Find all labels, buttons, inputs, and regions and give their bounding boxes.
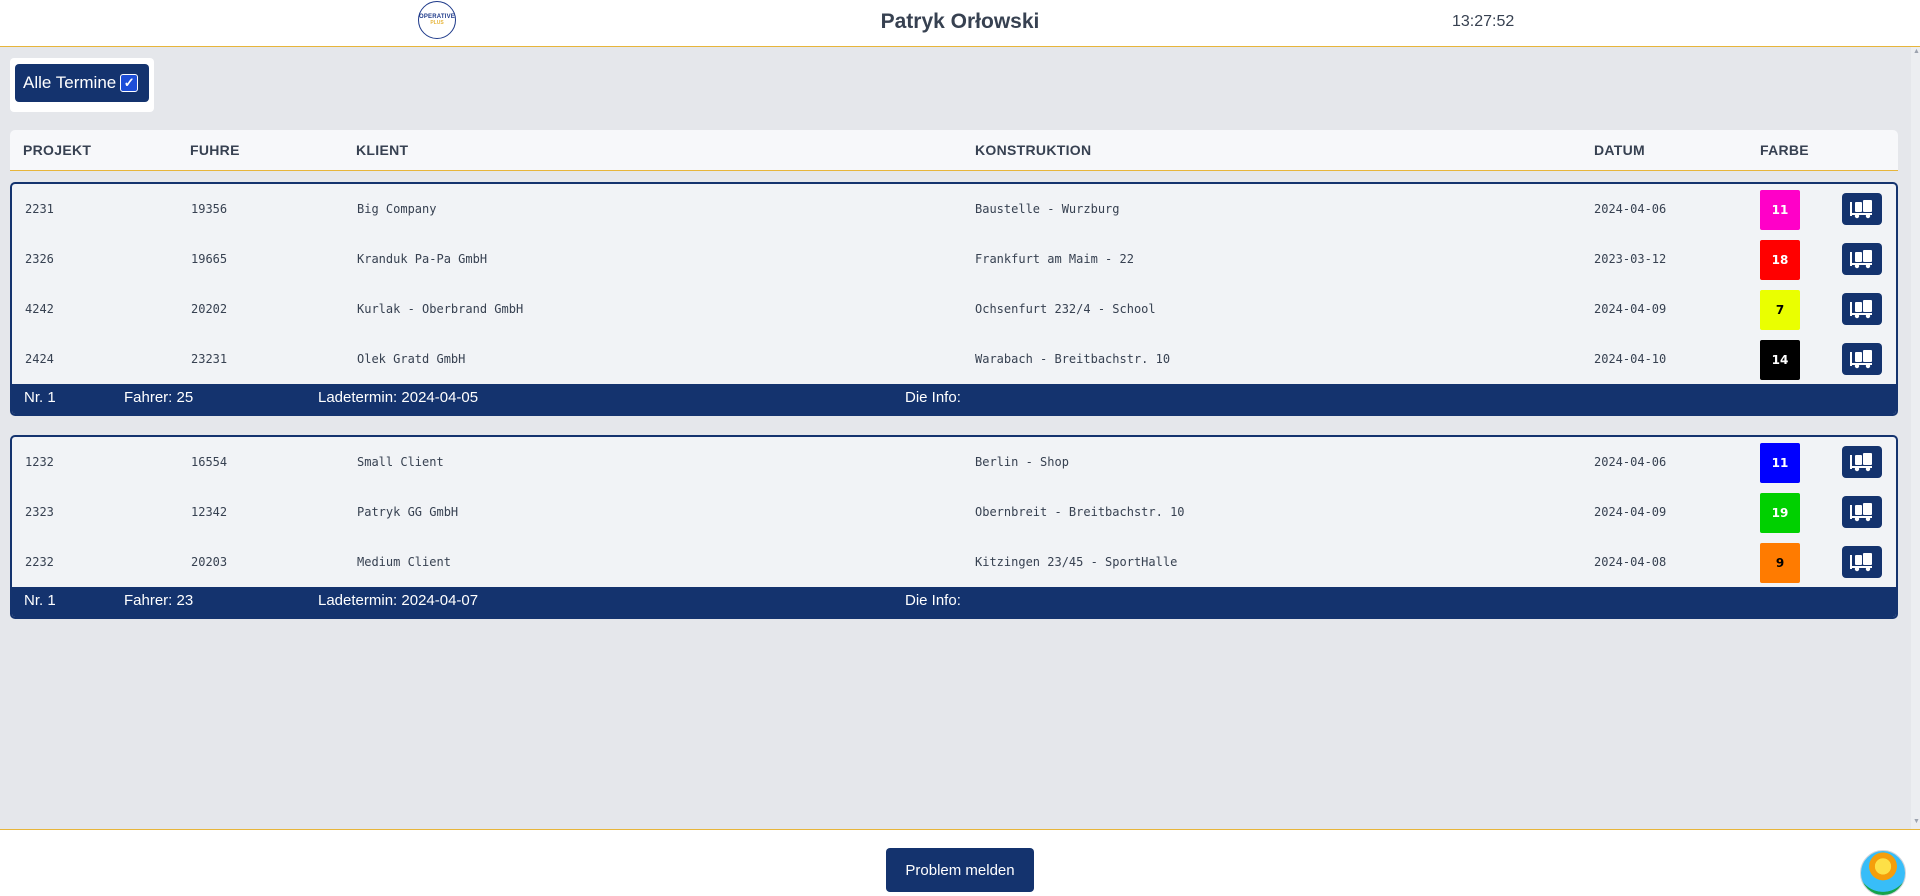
user-name: Patryk Orłowski bbox=[880, 10, 1040, 33]
truck-icon bbox=[1850, 503, 1872, 522]
col-header-konstruktion: KONSTRUKTION bbox=[975, 142, 1092, 158]
tour-footer: Nr. 1 Fahrer: 25 Ladetermin: 2024-04-05 … bbox=[12, 384, 1896, 414]
cell-datum: 2024-04-06 bbox=[1594, 455, 1667, 469]
tour-loading-date: Ladetermin: 2024-04-07 bbox=[318, 592, 479, 609]
cell-konstruktion: Ochsenfurt 232/4 - School bbox=[975, 302, 1156, 316]
cell-datum: 2024-04-09 bbox=[1594, 505, 1667, 519]
table-header: PROJEKT FUHRE KLIENT KONSTRUKTION DATUM … bbox=[10, 130, 1898, 171]
truck-button[interactable] bbox=[1842, 243, 1882, 275]
truck-icon bbox=[1850, 350, 1872, 369]
cell-datum: 2024-04-09 bbox=[1594, 302, 1667, 316]
col-header-projekt: PROJEKT bbox=[23, 142, 92, 158]
cell-konstruktion: Warabach - Breitbachstr. 10 bbox=[975, 352, 1171, 366]
col-header-farbe: FARBE bbox=[1760, 142, 1809, 158]
cell-fuhre: 19356 bbox=[191, 202, 228, 216]
truck-button[interactable] bbox=[1842, 496, 1882, 528]
cell-klient: Kurlak - Oberbrand GmbH bbox=[357, 302, 524, 316]
cell-fuhre: 23231 bbox=[191, 352, 228, 366]
tour-number: Nr. 1 bbox=[24, 592, 56, 609]
cell-klient: Medium Client bbox=[357, 555, 451, 569]
table-row[interactable]: 2231 19356 Big Company Baustelle - Wurzb… bbox=[12, 184, 1896, 234]
cell-klient: Kranduk Pa-Pa GmbH bbox=[357, 252, 488, 266]
col-header-fuhre: FUHRE bbox=[190, 142, 240, 158]
tour-group-1: 2231 19356 Big Company Baustelle - Wurzb… bbox=[10, 182, 1898, 416]
color-badge: 14 bbox=[1760, 340, 1800, 380]
cell-fuhre: 12342 bbox=[191, 505, 228, 519]
table-row[interactable]: 1232 16554 Small Client Berlin - Shop 20… bbox=[12, 437, 1896, 487]
col-header-klient: KLIENT bbox=[356, 142, 409, 158]
cell-projekt: 2326 bbox=[25, 252, 54, 266]
cell-datum: 2024-04-06 bbox=[1594, 202, 1667, 216]
tour-loading-date: Ladetermin: 2024-04-05 bbox=[318, 389, 479, 406]
cell-konstruktion: Berlin - Shop bbox=[975, 455, 1069, 469]
cell-konstruktion: Kitzingen 23/45 - SportHalle bbox=[975, 555, 1178, 569]
tour-driver: Fahrer: 23 bbox=[124, 592, 194, 609]
color-badge: 19 bbox=[1760, 493, 1800, 533]
tour-number: Nr. 1 bbox=[24, 389, 56, 406]
table-row[interactable]: 2232 20203 Medium Client Kitzingen 23/45… bbox=[12, 537, 1896, 587]
cell-projekt: 1232 bbox=[25, 455, 54, 469]
truck-button[interactable] bbox=[1842, 293, 1882, 325]
top-bar: OPERATIVE PLUS Patryk Orłowski 13:27:52 bbox=[0, 0, 1920, 47]
cell-fuhre: 20202 bbox=[191, 302, 228, 316]
tour-footer: Nr. 1 Fahrer: 23 Ladetermin: 2024-04-07 … bbox=[12, 587, 1896, 617]
avatar[interactable] bbox=[1860, 850, 1906, 896]
truck-icon bbox=[1850, 453, 1872, 472]
cell-projekt: 2231 bbox=[25, 202, 54, 216]
tour-group-2: 1232 16554 Small Client Berlin - Shop 20… bbox=[10, 435, 1898, 619]
scrollbar[interactable] bbox=[1911, 47, 1920, 829]
cell-klient: Small Client bbox=[357, 455, 444, 469]
cell-klient: Patryk GG GmbH bbox=[357, 505, 459, 519]
tour-info: Die Info: bbox=[905, 389, 961, 406]
truck-button[interactable] bbox=[1842, 193, 1882, 225]
all-appointments-toggle[interactable]: Alle Termine ✓ bbox=[15, 64, 149, 102]
truck-button[interactable] bbox=[1842, 546, 1882, 578]
cell-klient: Olek Gratd GmbH bbox=[357, 352, 466, 366]
cell-fuhre: 19665 bbox=[191, 252, 228, 266]
tour-info: Die Info: bbox=[905, 592, 961, 609]
table-row[interactable]: 2323 12342 Patryk GG GmbH Obernbreit - B… bbox=[12, 487, 1896, 537]
table-row[interactable]: 2424 23231 Olek Gratd GmbH Warabach - Br… bbox=[12, 334, 1896, 384]
clock: 13:27:52 bbox=[1452, 13, 1515, 30]
cell-konstruktion: Obernbreit - Breitbachstr. 10 bbox=[975, 505, 1185, 519]
all-appointments-checkbox[interactable]: ✓ bbox=[120, 74, 139, 92]
cell-datum: 2024-04-10 bbox=[1594, 352, 1667, 366]
cell-fuhre: 16554 bbox=[191, 455, 228, 469]
bottom-bar: Problem melden bbox=[0, 829, 1920, 896]
toggle-label: Alle Termine bbox=[23, 73, 117, 92]
cell-konstruktion: Frankfurt am Maim - 22 bbox=[975, 252, 1134, 266]
color-badge: 11 bbox=[1760, 190, 1800, 230]
truck-icon bbox=[1850, 300, 1872, 319]
cell-datum: 2023-03-12 bbox=[1594, 252, 1667, 266]
truck-button[interactable] bbox=[1842, 343, 1882, 375]
table-row[interactable]: 2326 19665 Kranduk Pa-Pa GmbH Frankfurt … bbox=[12, 234, 1896, 284]
cell-projekt: 2232 bbox=[25, 555, 54, 569]
cell-klient: Big Company bbox=[357, 202, 437, 216]
truck-icon bbox=[1850, 553, 1872, 572]
cell-projekt: 2424 bbox=[25, 352, 54, 366]
col-header-datum: DATUM bbox=[1594, 142, 1646, 158]
truck-icon bbox=[1850, 200, 1872, 219]
tour-driver: Fahrer: 25 bbox=[124, 389, 194, 406]
color-badge: 18 bbox=[1760, 240, 1800, 280]
truck-icon bbox=[1850, 250, 1872, 269]
color-badge: 9 bbox=[1760, 543, 1800, 583]
color-badge: 7 bbox=[1760, 290, 1800, 330]
cell-datum: 2024-04-08 bbox=[1594, 555, 1667, 569]
cell-fuhre: 20203 bbox=[191, 555, 228, 569]
report-problem-button[interactable]: Problem melden bbox=[886, 848, 1034, 892]
scroll-up-icon[interactable]: ▲ bbox=[1913, 48, 1920, 55]
filter-panel: Alle Termine ✓ bbox=[10, 58, 154, 112]
table-row[interactable]: 4242 20202 Kurlak - Oberbrand GmbH Ochse… bbox=[12, 284, 1896, 334]
scroll-down-icon[interactable]: ▼ bbox=[1913, 818, 1920, 825]
truck-button[interactable] bbox=[1842, 446, 1882, 478]
cell-projekt: 4242 bbox=[25, 302, 54, 316]
cell-projekt: 2323 bbox=[25, 505, 54, 519]
cell-konstruktion: Baustelle - Wurzburg bbox=[975, 202, 1120, 216]
color-badge: 11 bbox=[1760, 443, 1800, 483]
